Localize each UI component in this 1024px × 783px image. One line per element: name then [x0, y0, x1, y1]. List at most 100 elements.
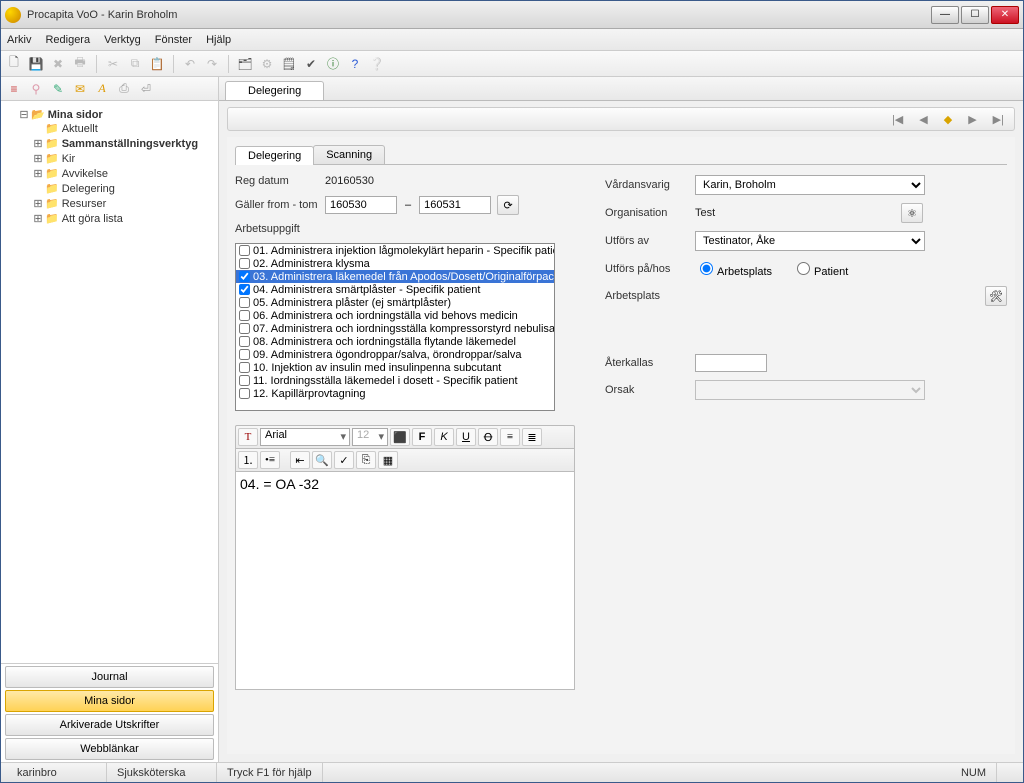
list-bullet-icon[interactable]: •≡ — [260, 451, 280, 469]
minimize-button[interactable]: — — [931, 6, 959, 24]
task-item[interactable]: 04. Administrera smärtplåster - Specifik… — [236, 283, 554, 296]
tree-item[interactable]: Avvikelse — [62, 168, 108, 180]
font-select[interactable]: Arial — [260, 428, 350, 446]
find-icon[interactable]: 🔍 — [312, 451, 332, 469]
font-icon[interactable]: T — [238, 428, 258, 446]
sb-icon-5[interactable]: A — [93, 80, 111, 98]
rte-editor[interactable]: 04. = OA -32 — [235, 472, 575, 690]
task-checkbox[interactable] — [239, 362, 250, 373]
bold-icon[interactable]: F — [412, 428, 432, 446]
task-item[interactable]: 11. Iordningsställa läkemedel i dosett -… — [236, 374, 554, 387]
insert-icon[interactable]: ⎘ — [356, 451, 376, 469]
menu-hjalp[interactable]: Hjälp — [206, 34, 231, 46]
tool-icon-3[interactable]: 🗒 — [280, 55, 298, 73]
menu-redigera[interactable]: Redigera — [45, 34, 90, 46]
task-checkbox[interactable] — [239, 336, 250, 347]
task-item[interactable]: 03. Administrera läkemedel från Apodos/D… — [236, 270, 554, 283]
list-num-icon[interactable]: ⒈ — [238, 451, 258, 469]
nav-webblankar[interactable]: Webblänkar — [5, 738, 214, 760]
task-checkbox[interactable] — [239, 375, 250, 386]
tool-icon-2[interactable]: ⚙ — [258, 55, 276, 73]
nav-journal[interactable]: Journal — [5, 666, 214, 688]
new-icon[interactable]: 🗋 — [5, 55, 23, 73]
task-item[interactable]: 06. Administrera och iordningställa vid … — [236, 309, 554, 322]
maximize-button[interactable]: ☐ — [961, 6, 989, 24]
doc-tab-delegering[interactable]: Delegering — [225, 81, 324, 100]
task-checkbox[interactable] — [239, 323, 250, 334]
italic-icon[interactable]: K — [434, 428, 454, 446]
about-icon[interactable]: ❔ — [368, 55, 386, 73]
info-icon[interactable]: ⓘ — [324, 55, 342, 73]
save-icon[interactable]: 💾 — [27, 55, 45, 73]
org-picker-icon[interactable]: ⚛ — [901, 203, 923, 223]
nav-arkiverade[interactable]: Arkiverade Utskrifter — [5, 714, 214, 736]
fontsize-select[interactable]: 12 — [352, 428, 388, 446]
strike-icon[interactable]: Ꝋ — [478, 428, 498, 446]
menu-fonster[interactable]: Fönster — [155, 34, 192, 46]
cut-icon[interactable]: ✂ — [104, 55, 122, 73]
date-picker-icon[interactable]: ⟳ — [497, 195, 519, 215]
sb-icon-7[interactable]: ⏎ — [137, 80, 155, 98]
close-button[interactable]: ✕ — [991, 6, 1019, 24]
vardansvarig-select[interactable]: Karin, Broholm — [695, 175, 925, 195]
utfors-av-select[interactable]: Testinator, Åke — [695, 231, 925, 251]
delete-icon[interactable]: ✖ — [49, 55, 67, 73]
nav-mina-sidor[interactable]: Mina sidor — [5, 690, 214, 712]
tree-root[interactable]: Mina sidor — [48, 109, 103, 121]
indent-out-icon[interactable]: ⇤ — [290, 451, 310, 469]
prev-icon[interactable]: ◀ — [919, 113, 927, 126]
sb-icon-2[interactable]: ⚲ — [27, 80, 45, 98]
sb-icon-4[interactable]: ✉ — [71, 80, 89, 98]
last-icon[interactable]: ▶| — [993, 113, 1004, 126]
help-icon[interactable]: ? — [346, 55, 364, 73]
task-checkbox[interactable] — [239, 349, 250, 360]
task-item[interactable]: 02. Administrera klysma — [236, 257, 554, 270]
task-checkbox[interactable] — [239, 310, 250, 321]
patient-radio[interactable] — [797, 262, 810, 275]
task-item[interactable]: 05. Administrera plåster (ej smärtplåste… — [236, 296, 554, 309]
task-item[interactable]: 10. Injektion av insulin med insulinpenn… — [236, 361, 554, 374]
sb-icon-3[interactable]: ✎ — [49, 80, 67, 98]
fontcolor-icon[interactable]: ⬛ — [390, 428, 410, 446]
arbetsplats-picker-icon[interactable]: 🛠 — [985, 286, 1007, 306]
task-checkbox[interactable] — [239, 245, 250, 256]
next-icon[interactable]: ▶ — [968, 113, 976, 126]
task-checkbox[interactable] — [239, 297, 250, 308]
task-checkbox[interactable] — [239, 388, 250, 399]
align-center-icon[interactable]: ≣ — [522, 428, 542, 446]
sb-icon-1[interactable]: ≡ — [5, 80, 23, 98]
task-item[interactable]: 08. Administrera och iordningställa flyt… — [236, 335, 554, 348]
task-item[interactable]: 12. Kapillärprovtagning — [236, 387, 554, 400]
sb-icon-6[interactable]: ⎙ — [115, 80, 133, 98]
nav-tree[interactable]: ⊟Mina sidor Aktuellt⊞Sammanställningsver… — [1, 101, 218, 664]
galler-from-input[interactable] — [325, 196, 397, 214]
tree-item[interactable]: Delegering — [62, 183, 115, 195]
arbetsplats-radio[interactable] — [700, 262, 713, 275]
print-icon[interactable]: 🖶 — [71, 55, 89, 73]
tab-scanning[interactable]: Scanning — [313, 145, 385, 164]
tree-item[interactable]: Kir — [62, 153, 75, 165]
menu-verktyg[interactable]: Verktyg — [104, 34, 141, 46]
tree-item[interactable]: Aktuellt — [62, 123, 98, 135]
tab-delegering[interactable]: Delegering — [235, 146, 314, 165]
galler-to-input[interactable] — [419, 196, 491, 214]
table-icon[interactable]: ▦ — [378, 451, 398, 469]
task-checkbox[interactable] — [239, 284, 250, 295]
tree-item[interactable]: Sammanställningsverktyg — [62, 138, 198, 150]
tool-icon-4[interactable]: ✔ — [302, 55, 320, 73]
patient-radio-label[interactable]: Patient — [792, 259, 848, 278]
task-item[interactable]: 01. Administrera injektion lågmolekylärt… — [236, 244, 554, 257]
paste-icon[interactable]: 📋 — [148, 55, 166, 73]
task-checkbox[interactable] — [239, 271, 250, 282]
tree-item[interactable]: Att göra lista — [62, 213, 123, 225]
tree-item[interactable]: Resurser — [62, 198, 107, 210]
tool-icon-1[interactable]: 🗂 — [236, 55, 254, 73]
align-left-icon[interactable]: ≡ — [500, 428, 520, 446]
underline-icon[interactable]: U — [456, 428, 476, 446]
redo-icon[interactable]: ↷ — [203, 55, 221, 73]
copy-icon[interactable]: ⧉ — [126, 55, 144, 73]
task-item[interactable]: 09. Administrera ögondroppar/salva, öron… — [236, 348, 554, 361]
first-icon[interactable]: |◀ — [892, 113, 903, 126]
task-listbox[interactable]: 01. Administrera injektion lågmolekylärt… — [235, 243, 555, 411]
undo-icon[interactable]: ↶ — [181, 55, 199, 73]
